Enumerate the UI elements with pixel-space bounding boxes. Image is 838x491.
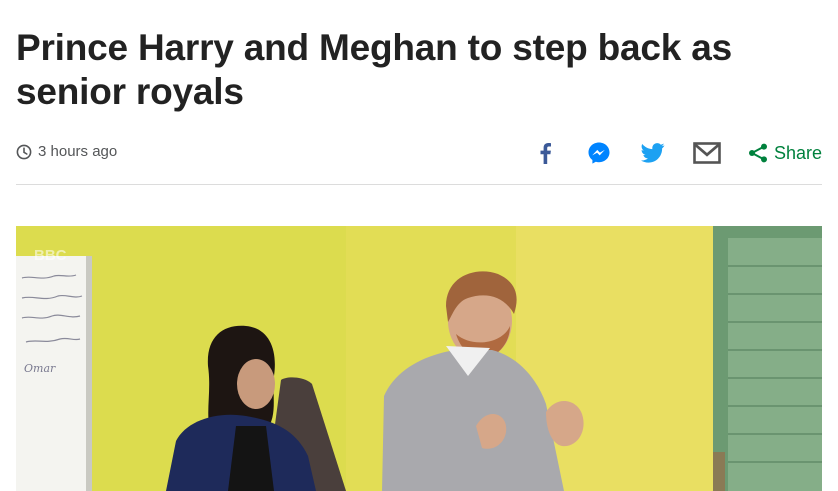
clock-icon [16,144,32,159]
share-icon [748,143,767,163]
email-share-button[interactable] [692,136,722,170]
meta-divider [16,184,822,185]
share-label: Share [773,142,822,163]
messenger-share-button[interactable] [584,136,614,170]
messenger-icon [588,142,610,164]
twitter-icon [640,143,665,163]
article-headline: Prince Harry and Meghan to step back as … [16,27,732,112]
facebook-icon [540,143,551,164]
twitter-share-button[interactable] [638,136,668,170]
share-button[interactable]: Share [748,136,822,170]
facebook-share-button[interactable] [530,136,560,170]
article-image: Omar BBC [16,226,822,491]
bbc-watermark: BBC [34,247,67,264]
email-icon [693,142,721,164]
article-timestamp: 3 hours ago [16,143,117,160]
timestamp-text: 3 hours ago [38,143,118,160]
article-meta-row: 3 hours ago Share [16,136,822,170]
article-media[interactable]: Omar BBC [16,226,822,491]
share-tools: Share [530,136,822,170]
whiteboard-text: Omar [24,362,56,375]
